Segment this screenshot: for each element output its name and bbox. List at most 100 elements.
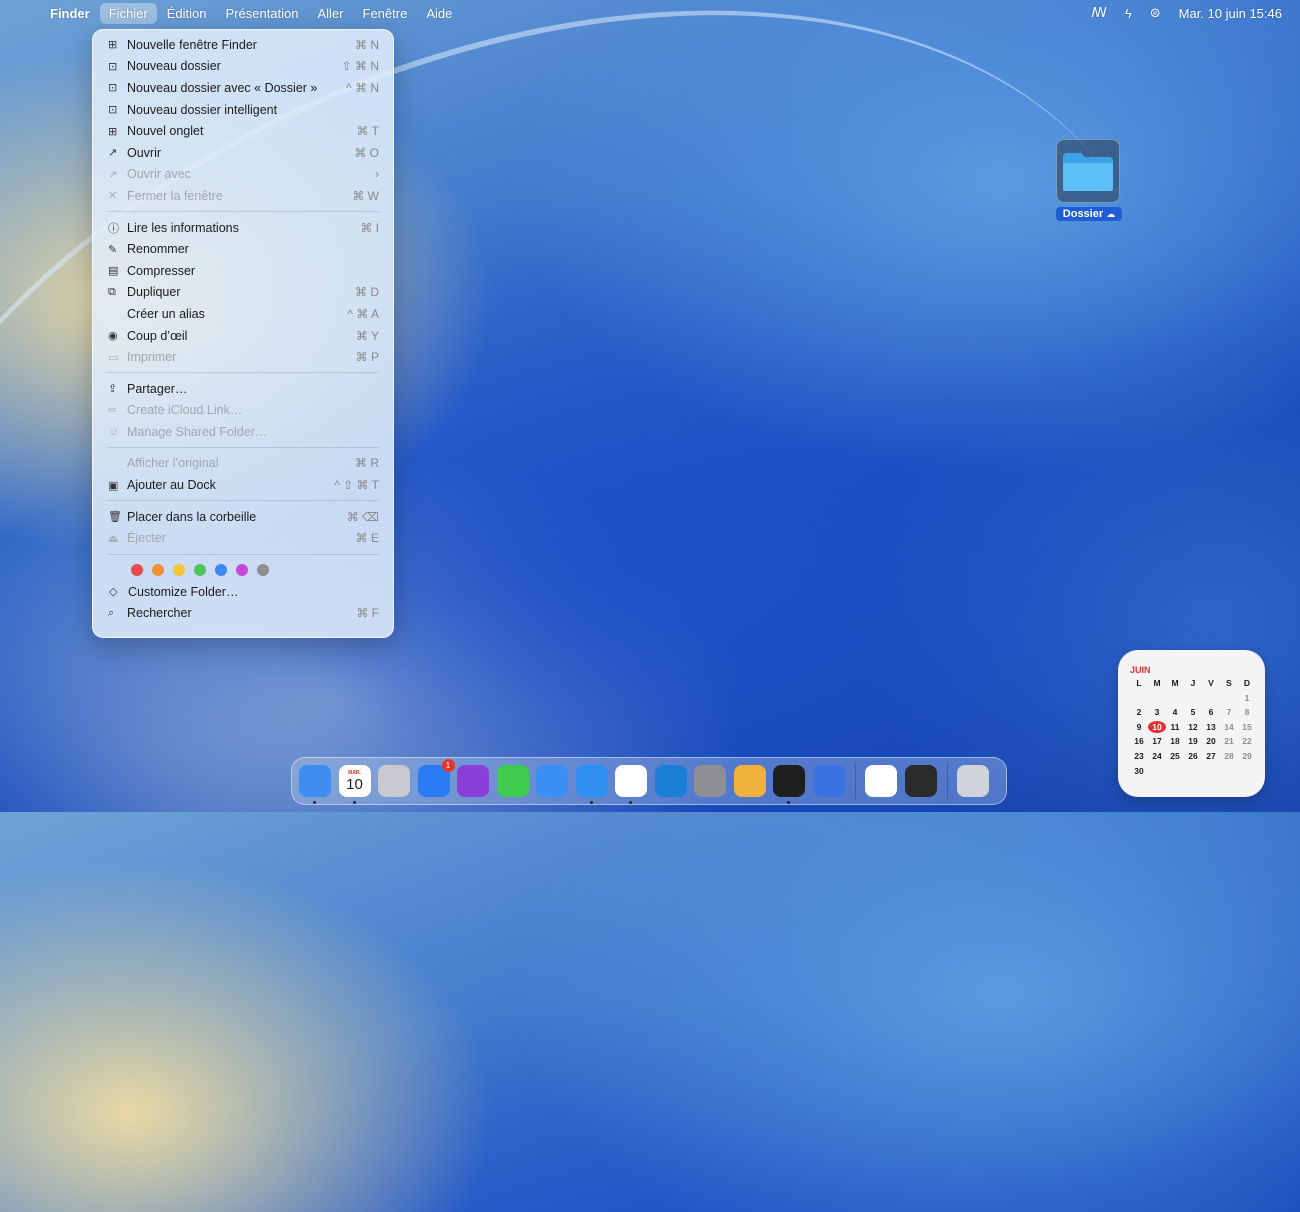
menu-item[interactable]: ◉ Coup d’œil ⌘ Y — [93, 325, 393, 347]
clock[interactable]: Mar. 10 juin 15:46 — [1179, 6, 1282, 21]
menu-item: ▭ Imprimer ⌘ P — [93, 346, 393, 368]
menu-item[interactable]: ⊡ Nouveau dossier avec « Dossier » ^ ⌘ N — [93, 77, 393, 99]
menu-item-label: Imprimer — [127, 350, 177, 365]
calendar-day: 6 — [1208, 707, 1214, 718]
menu-item[interactable]: ⓘ Lire les informations ⌘ I — [93, 217, 393, 239]
simulator-icon[interactable] — [812, 765, 845, 797]
menu-edition[interactable]: Édition — [158, 3, 216, 24]
menu-item-shortcut: ⌘ Y — [355, 328, 379, 343]
messages-icon[interactable] — [496, 765, 529, 797]
calendar-day — [1202, 692, 1220, 704]
new-folder-icon: ⊡ — [108, 82, 118, 95]
menu-aide[interactable]: Aide — [417, 3, 461, 24]
calendar-day: 2 — [1136, 707, 1142, 718]
menu-item[interactable]: Créer un alias ^ ⌘ A — [93, 303, 393, 325]
dock-divider — [855, 763, 856, 799]
writing-icon[interactable] — [865, 765, 897, 797]
menu-item[interactable]: ⊞ Nouvelle fenêtre Finder ⌘ N — [93, 34, 393, 56]
menu-item[interactable]: ⊡ Nouveau dossier ⇧ ⌘ N — [93, 56, 393, 78]
shortcuts-icon[interactable] — [457, 765, 489, 797]
tag-color-dot[interactable] — [257, 564, 269, 577]
menu-item-shortcut: ⌘ D — [355, 285, 379, 300]
control-center-icon[interactable]: ⊜ — [1150, 5, 1161, 21]
menu-item[interactable]: 🗑 Placer dans la corbeille ⌘ ⌫ — [93, 506, 393, 528]
duplicate-icon: ⧉ — [108, 285, 116, 298]
menu-fenetre[interactable]: Fenêtre — [354, 3, 417, 24]
notes-icon[interactable] — [615, 765, 647, 804]
folder-label[interactable]: Dossier ☁ — [1056, 207, 1122, 221]
menu-finder[interactable]: Finder — [48, 3, 99, 24]
menu-item[interactable]: ✎ Renommer — [93, 238, 393, 260]
menu-aller[interactable]: Aller — [309, 3, 353, 24]
tag-color-dot[interactable] — [173, 564, 185, 577]
calendar-day — [1148, 692, 1166, 704]
menu-item-label: Afficher l’original — [127, 456, 219, 471]
vscode-icon[interactable] — [654, 765, 687, 797]
terminal-icon[interactable] — [773, 765, 805, 804]
menu-item-label: Ouvrir avec — [127, 167, 191, 182]
menu-item[interactable]: ⧉ Dupliquer ⌘ D — [93, 282, 393, 304]
status-glyph-icon[interactable]: ꟿ — [1091, 5, 1107, 21]
calendar-widget[interactable]: JUIN L M M J V S D 1 2 3 4 5 6 7 8 9 10 11 12 13 14 15 16 17 18 1… — [1118, 650, 1265, 797]
menu-item-shortcut: ⌘ P — [355, 350, 379, 365]
tag-color-dot[interactable] — [194, 564, 206, 577]
trash-bin-icon[interactable] — [957, 765, 989, 797]
menu-item: Afficher l’original ⌘ R — [93, 453, 393, 475]
dock: MAR. 10 1 — [291, 757, 1007, 805]
calendar-day: 3 — [1154, 707, 1160, 718]
finder-icon[interactable] — [299, 765, 331, 804]
notification-badge: 1 — [441, 759, 455, 772]
tag-color-dot[interactable] — [152, 564, 164, 577]
menu-item[interactable]: ◇ Customize Folder… — [93, 581, 393, 603]
menu-item-label: Customize Folder… — [128, 584, 239, 599]
tag-icon: ◇ — [109, 586, 118, 599]
close-icon: ✕ — [108, 190, 118, 203]
calendar-day: 26 — [1188, 750, 1198, 761]
folder-icon[interactable] — [1056, 139, 1120, 203]
calendar-day: 22 — [1242, 736, 1252, 747]
media-icon[interactable] — [904, 765, 937, 797]
menu-item[interactable]: ▤ Compresser — [93, 260, 393, 282]
menu-item-shortcut: ⌘ E — [355, 531, 379, 546]
menu-presentation[interactable]: Présentation — [217, 3, 308, 24]
menu-item[interactable]: ⊡ Nouveau dossier intelligent — [93, 99, 393, 121]
launchpad-icon[interactable] — [378, 765, 410, 797]
menu-item-label: Renommer — [127, 242, 189, 257]
menu-item-shortcut: ⌘ O — [354, 145, 379, 160]
menu-fichier[interactable]: Fichier — [99, 2, 157, 24]
menu-item-label: Éjecter — [127, 531, 166, 546]
menu-item-shortcut: ^ ⌘ A — [347, 306, 379, 321]
calendar-day — [1184, 765, 1202, 777]
menu-item-label: Créer un alias — [127, 306, 205, 321]
calendar-day: 5 — [1190, 707, 1196, 718]
app-store-icon[interactable]: 1 — [417, 759, 455, 797]
calendar-day: 20 — [1206, 736, 1216, 747]
calendar-day — [1184, 692, 1202, 704]
calendar-day: 30 — [1134, 765, 1144, 776]
menu-bar: Finder Fichier Édition Présentation Alle… — [0, 0, 1300, 26]
battery-bolt-icon[interactable]: ϟ — [1125, 6, 1132, 21]
menu-item-shortcut: ⌘ N — [355, 37, 379, 52]
calendar-day — [1220, 692, 1238, 704]
menu-item[interactable]: ⇪ Partager… — [93, 378, 393, 400]
menu-item-shortcut: ^ ⌘ N — [346, 80, 379, 95]
menu-item[interactable]: ▣ Ajouter au Dock ^ ⇧ ⌘ T — [93, 474, 393, 496]
calendar-day: 24 — [1152, 750, 1162, 761]
search-icon: ⌕ — [108, 606, 115, 619]
preview-icon[interactable] — [733, 765, 766, 797]
safari-icon[interactable] — [575, 765, 608, 804]
system-settings-icon[interactable] — [694, 765, 726, 797]
tag-color-dot[interactable] — [215, 564, 227, 577]
menu-item[interactable]: ⌕ Rechercher ⌘ F — [93, 603, 393, 625]
tag-color-dot[interactable] — [131, 564, 143, 577]
file-menu: ⊞ Nouvelle fenêtre Finder ⌘ N ⊡ Nouveau doss… — [92, 29, 394, 638]
menu-item[interactable]: ↗ Ouvrir ⌘ O — [93, 142, 393, 164]
calendar-icon[interactable]: MAR. 10 — [338, 765, 371, 804]
calendar-day: 10 — [1148, 720, 1166, 733]
tag-color-dot[interactable] — [236, 564, 248, 577]
calendar-day — [1166, 692, 1184, 704]
desktop-folder[interactable]: Dossier ☁ — [1056, 139, 1122, 221]
menu-item-label: Coup d’œil — [127, 328, 188, 343]
menu-item[interactable]: ⊞ Nouvel onglet ⌘ T — [93, 120, 393, 142]
mail-icon[interactable] — [536, 765, 568, 797]
